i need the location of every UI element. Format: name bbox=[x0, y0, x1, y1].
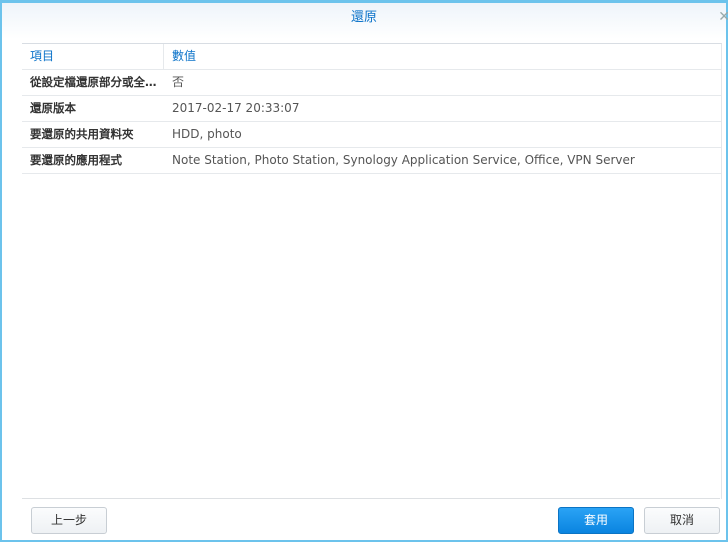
column-header-item[interactable]: 項目 bbox=[22, 44, 164, 69]
value-cell: HDD, photo bbox=[172, 127, 242, 141]
restore-dialog: 還原 ✕ 項目 數值 從設定檔還原部分或全部設定 否 還原版本 2017-02-… bbox=[0, 0, 728, 542]
item-cell: 還原版本 bbox=[30, 101, 76, 115]
dialog-title: 還原 bbox=[2, 3, 726, 39]
table-row[interactable]: 還原版本 2017-02-17 20:33:07 bbox=[22, 96, 721, 122]
close-icon[interactable]: ✕ bbox=[718, 9, 728, 25]
footer-divider bbox=[22, 498, 720, 499]
item-cell: 要還原的共用資料夾 bbox=[30, 127, 134, 141]
table-header: 項目 數值 bbox=[22, 44, 721, 70]
summary-table: 項目 數值 從設定檔還原部分或全部設定 否 還原版本 2017-02-17 20… bbox=[22, 43, 722, 499]
value-cell: Note Station, Photo Station, Synology Ap… bbox=[172, 153, 635, 167]
table-row[interactable]: 要還原的共用資料夾 HDD, photo bbox=[22, 122, 721, 148]
column-header-value[interactable]: 數值 bbox=[164, 44, 196, 69]
table-row[interactable]: 從設定檔還原部分或全部設定 否 bbox=[22, 70, 721, 96]
item-cell: 要還原的應用程式 bbox=[30, 153, 122, 167]
item-cell: 從設定檔還原部分或全部設定 bbox=[30, 75, 164, 89]
apply-button[interactable]: 套用 bbox=[558, 507, 634, 534]
value-cell: 否 bbox=[172, 75, 185, 89]
table-row[interactable]: 要還原的應用程式 Note Station, Photo Station, Sy… bbox=[22, 148, 721, 174]
value-cell: 2017-02-17 20:33:07 bbox=[172, 101, 300, 115]
cancel-button[interactable]: 取消 bbox=[644, 507, 720, 534]
back-button[interactable]: 上一步 bbox=[31, 507, 107, 534]
